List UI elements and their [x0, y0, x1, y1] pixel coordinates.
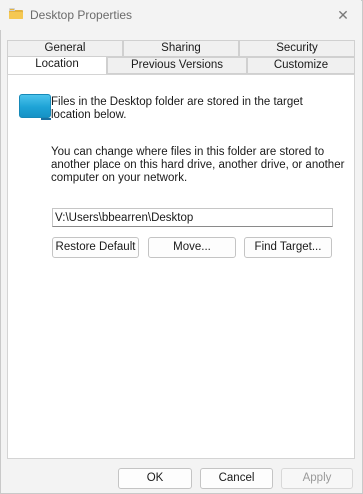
window-title: Desktop Properties — [30, 8, 133, 22]
tab-customize[interactable]: Customize — [247, 57, 355, 74]
tab-general[interactable]: General — [7, 40, 123, 57]
tab-sharing[interactable]: Sharing — [123, 40, 239, 57]
description-text: You can change where files in this folde… — [51, 146, 345, 184]
apply-button[interactable]: Apply — [281, 468, 353, 489]
tab-strip: General Sharing Security Location Previo… — [7, 40, 355, 74]
tab-location[interactable]: Location — [7, 56, 107, 74]
desktop-folder-icon — [19, 94, 51, 120]
location-panel: Files in the Desktop folder are stored i… — [7, 74, 355, 459]
cancel-button[interactable]: Cancel — [200, 468, 273, 489]
title-bar: Desktop Properties ✕ — [0, 0, 361, 30]
tab-previous-versions[interactable]: Previous Versions — [107, 57, 247, 74]
intro-text: Files in the Desktop folder are stored i… — [51, 96, 303, 121]
target-path-input[interactable] — [52, 208, 333, 227]
folder-icon — [9, 8, 23, 19]
ok-button[interactable]: OK — [118, 468, 192, 489]
tab-security[interactable]: Security — [239, 40, 355, 57]
restore-default-button[interactable]: Restore Default — [52, 237, 139, 258]
find-target-button[interactable]: Find Target... — [244, 237, 332, 258]
move-button[interactable]: Move... — [148, 237, 236, 258]
close-button[interactable]: ✕ — [334, 6, 352, 24]
